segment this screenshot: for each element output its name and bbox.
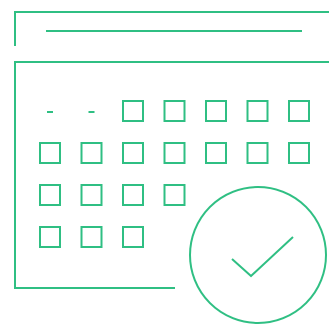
calendar-day-cell — [205, 100, 227, 122]
check-badge — [189, 186, 327, 324]
calendar-header — [14, 11, 329, 46]
calendar-day-cell — [122, 142, 144, 164]
calendar-day-cell — [163, 142, 186, 164]
calendar-day-cell — [80, 184, 103, 206]
calendar-day-cell — [80, 142, 103, 164]
calendar-day-cell — [39, 226, 61, 248]
calendar-day-cell — [163, 184, 186, 206]
calendar-day-cell — [288, 142, 310, 164]
calendar-day-cell — [288, 100, 310, 122]
calendar-check-illustration — [0, 0, 329, 329]
calendar-header-frame — [14, 11, 329, 46]
calendar-day-cell — [163, 100, 186, 122]
calendar-check-svg — [14, 11, 329, 324]
calendar-day-cell — [122, 100, 144, 122]
check-badge-circle — [189, 186, 327, 324]
calendar-day-cell — [122, 226, 144, 248]
calendar-day-cell — [122, 184, 144, 206]
calendar-day-cell — [80, 226, 103, 248]
calendar-day-cell — [205, 142, 227, 164]
calendar-day-cell — [39, 142, 61, 164]
calendar-day-cell — [246, 100, 269, 122]
calendar-day-cell — [246, 142, 269, 164]
calendar-day-cell — [39, 184, 61, 206]
